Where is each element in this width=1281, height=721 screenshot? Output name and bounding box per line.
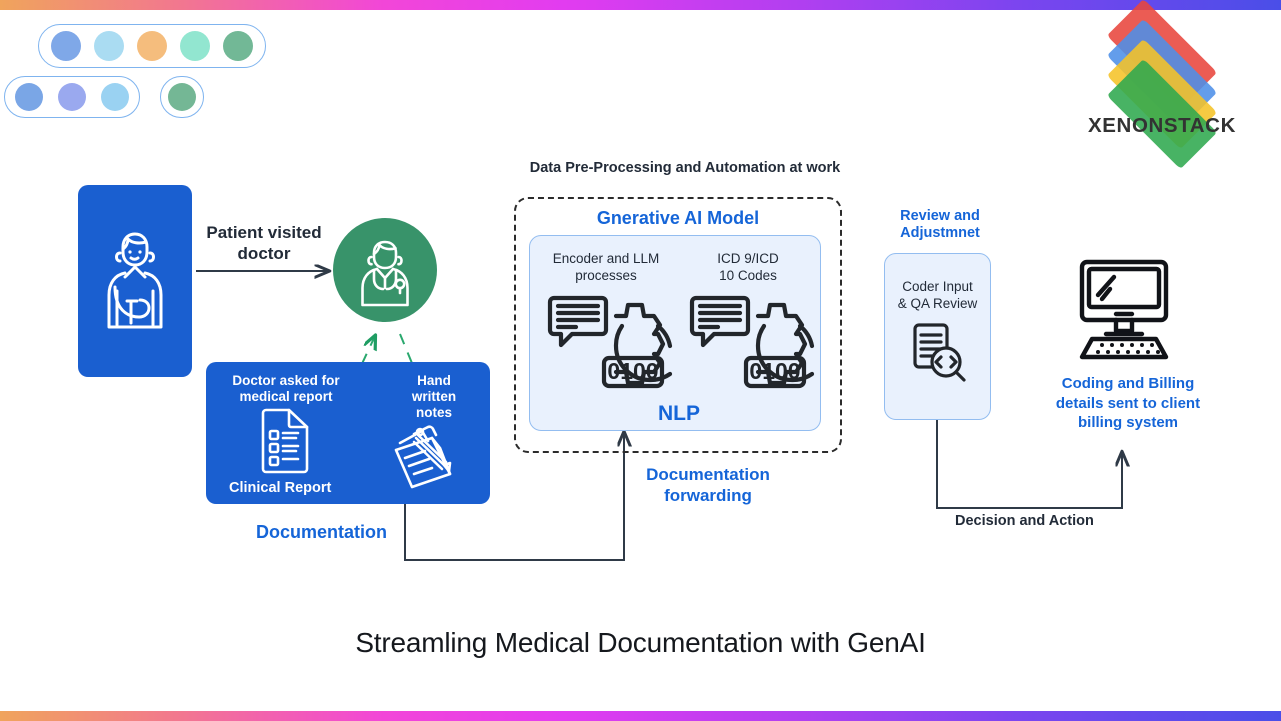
decor-dot	[168, 83, 196, 111]
decision-action-label: Decision and Action	[955, 513, 1094, 529]
doctor-stethoscope-icon	[361, 240, 409, 307]
documentation-caption: Documentation	[256, 522, 388, 542]
decorative-pill-two	[4, 76, 140, 118]
brand-name: XENONSTACK	[1088, 114, 1236, 137]
nlp-label: NLP	[658, 402, 700, 425]
decorative-pill-three	[160, 76, 204, 118]
icd-codes-label: ICD 9/ICD 10 Codes	[717, 251, 779, 283]
slide-canvas: XENONSTACK Patient visited doctor Doctor…	[0, 0, 1281, 721]
encoder-llm-label: Encoder and LLM processes	[552, 251, 660, 283]
gear-binary-chat-icon: 0100	[689, 295, 815, 389]
billing-label: Coding and Billing details sent to clien…	[1055, 375, 1201, 431]
top-gradient-bar	[0, 0, 1281, 10]
coder-review-card: Coder Input & QA Review	[884, 253, 991, 420]
handwritten-notes-label: Hand written notes	[411, 373, 457, 420]
keyboard-keys	[1096, 343, 1160, 354]
nlp-panel: Encoder and LLM processes ICD 9/ICD 10 C…	[529, 235, 821, 431]
handwritten-notes-pen-icon	[394, 425, 452, 489]
decor-dot	[15, 83, 43, 111]
clinical-report-caption: Clinical Report	[229, 480, 332, 496]
decor-dot	[223, 31, 253, 61]
decor-dot	[58, 83, 86, 111]
patient-visit-label: Patient visited doctor	[206, 223, 322, 263]
genai-model-title: Gnerative AI Model	[596, 208, 760, 228]
binary-badge-two: 0100	[749, 358, 800, 384]
gear-binary-chat-icon: 0100	[547, 295, 673, 389]
patient-arm-sling-icon	[107, 232, 163, 329]
preprocessing-heading: Data Pre-Processing and Automation at wo…	[529, 160, 841, 176]
xenonstack-logo: XENONSTACK	[1083, 0, 1241, 170]
decor-dot	[101, 83, 129, 111]
logo-layer-stack	[1083, 0, 1241, 170]
binary-badge-one: 0100	[607, 358, 658, 384]
coder-input-label: Coder Input & QA Review	[897, 279, 978, 311]
doctor-asked-label: Doctor asked for medical report	[232, 373, 340, 404]
bottom-gradient-bar	[0, 711, 1281, 721]
decorative-pill-one	[38, 24, 266, 68]
review-adjustment-title: Review and Adjustmnet	[900, 208, 980, 241]
documentation-card: Doctor asked for medical report Clinical…	[206, 362, 490, 504]
decor-dot	[180, 31, 210, 61]
decor-dot	[94, 31, 124, 61]
page-title: Streamling Medical Documentation with Ge…	[355, 627, 926, 658]
clinical-report-document-icon	[261, 408, 309, 474]
code-review-magnifier-icon	[913, 323, 966, 382]
decor-dot	[137, 31, 167, 61]
documentation-forwarding-label: Documentation forwarding	[646, 465, 770, 505]
decor-dot	[51, 31, 81, 61]
desktop-monitor-keyboard-icon	[1079, 259, 1169, 360]
doctor-avatar	[333, 218, 437, 322]
patient-card	[78, 185, 192, 377]
